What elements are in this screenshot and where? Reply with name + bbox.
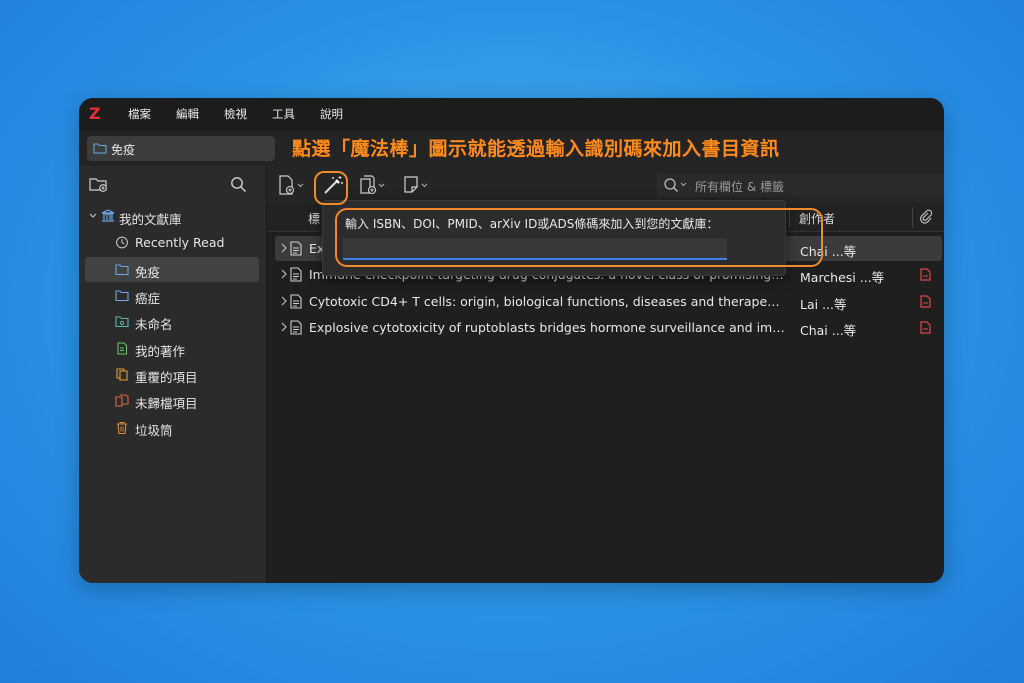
menu-bar: Z 檔案 編輯 檢視 工具 說明	[79, 98, 944, 131]
search-field[interactable]: 所有欄位 & 標籤	[657, 173, 944, 197]
search-placeholder: 所有欄位 & 標籤	[695, 180, 784, 194]
menu-view[interactable]: 檢視	[224, 106, 247, 122]
item-creator: Marchesi ...等	[800, 270, 885, 285]
chevron-right-icon[interactable]	[279, 295, 289, 307]
chevron-right-icon[interactable]	[279, 242, 289, 254]
add-by-identifier-popup: 輸入 ISBN、DOI、PMID、arXiv ID或ADS條碼來加入到您的文獻庫…	[322, 200, 786, 276]
table-row[interactable]: Cytotoxic CD4+ T cells: origin, biologic…	[275, 289, 942, 314]
column-divider[interactable]	[912, 207, 913, 227]
sidebar-item-untitled[interactable]: 未命名	[85, 309, 259, 334]
document-icon	[290, 294, 302, 309]
annotation-banner: 點選「魔法棒」圖示就能透過輸入識別碼來加入書目資訊	[292, 138, 780, 160]
sidebar-item-label: 癌症	[135, 291, 161, 306]
attachment-column-icon[interactable]	[919, 209, 933, 224]
new-item-button[interactable]	[277, 174, 309, 196]
trash-icon	[117, 421, 127, 434]
table-row[interactable]: Explosive cytotoxicity of ruptoblasts br…	[275, 315, 942, 340]
unfiled-icon	[115, 394, 129, 407]
identifier-prompt-label: 輸入 ISBN、DOI、PMID、arXiv ID或ADS條碼來加入到您的文獻庫…	[345, 217, 719, 231]
column-divider[interactable]	[789, 207, 790, 227]
new-note-button[interactable]	[401, 174, 433, 196]
sidebar-item-label: Recently Read	[135, 235, 225, 250]
sidebar-item-label: 垃圾筒	[135, 423, 173, 438]
sidebar-item-label: 我的著作	[135, 344, 186, 359]
sidebar-item-label: 我的文獻庫	[119, 212, 182, 227]
pdf-icon[interactable]	[920, 268, 931, 281]
collection-selector-label: 免疫	[111, 143, 136, 157]
sidebar-item-my-library[interactable]: 我的文獻庫	[85, 204, 259, 229]
item-title: Cytotoxic CD4+ T cells: origin, biologic…	[309, 294, 785, 309]
sidebar-item-immunity[interactable]: 免疫	[85, 257, 259, 282]
sidebar-item-label: 未歸檔項目	[135, 396, 198, 411]
chevron-down-icon[interactable]	[89, 213, 97, 219]
item-creator: Lai ...等	[800, 297, 847, 312]
sidebar-item-duplicates[interactable]: 重覆的項目	[85, 362, 259, 387]
folder-icon	[115, 290, 129, 302]
document-icon	[290, 320, 302, 335]
items-toolbar: 所有欄位 & 標籤	[267, 166, 944, 203]
folder-icon	[93, 143, 107, 154]
menu-file[interactable]: 檔案	[128, 106, 151, 122]
sidebar-item-label: 重覆的項目	[135, 370, 198, 385]
sidebar-item-label: 免疫	[135, 265, 161, 280]
zotero-window: Z 檔案 編輯 檢視 工具 說明 免疫 點選「魔法棒」圖示就能透過輸入識別碼來加…	[79, 98, 944, 583]
search-mode-icon[interactable]	[663, 177, 693, 193]
chevron-right-icon[interactable]	[279, 268, 289, 280]
folder-icon	[115, 316, 129, 328]
new-collection-icon[interactable]	[89, 176, 109, 193]
menu-edit[interactable]: 編輯	[176, 106, 199, 122]
magic-wand-icon[interactable]	[321, 174, 345, 196]
sidebar-item-my-publications[interactable]: 我的著作	[85, 336, 259, 361]
search-icon[interactable]	[230, 176, 247, 193]
sidebar-item-cancer[interactable]: 癌症	[85, 283, 259, 308]
pdf-icon[interactable]	[920, 321, 931, 334]
library-icon	[101, 209, 115, 222]
document-icon	[290, 241, 302, 256]
menu-help[interactable]: 說明	[320, 106, 343, 122]
pdf-icon[interactable]	[920, 295, 931, 308]
column-creator-header[interactable]: 創作者	[799, 210, 835, 227]
collections-pane: 我的文獻庫 Recently Read 免疫 癌症 未命名 我的著作 重覆的項目…	[79, 166, 267, 583]
item-title: Explosive cytotoxicity of ruptoblasts br…	[309, 320, 785, 335]
sidebar-item-trash[interactable]: 垃圾筒	[85, 415, 259, 440]
clock-icon	[116, 236, 128, 249]
add-attachment-button[interactable]	[357, 174, 389, 196]
document-icon	[117, 342, 128, 355]
sidebar-item-recently-read[interactable]: Recently Read	[85, 230, 259, 255]
sidebar-item-label: 未命名	[135, 317, 173, 332]
menu-tools[interactable]: 工具	[272, 106, 295, 122]
document-icon	[290, 267, 302, 282]
duplicate-icon	[116, 368, 128, 381]
column-title-header[interactable]: 標	[308, 210, 320, 227]
item-creator: Chai ...等	[800, 244, 857, 259]
item-creator: Chai ...等	[800, 323, 857, 338]
sidebar-item-unfiled[interactable]: 未歸檔項目	[85, 388, 259, 413]
zotero-logo-icon: Z	[89, 104, 101, 123]
folder-icon	[115, 264, 129, 276]
identifier-input[interactable]	[343, 238, 727, 260]
chevron-right-icon[interactable]	[279, 321, 289, 333]
collection-selector[interactable]: 免疫	[87, 136, 275, 161]
